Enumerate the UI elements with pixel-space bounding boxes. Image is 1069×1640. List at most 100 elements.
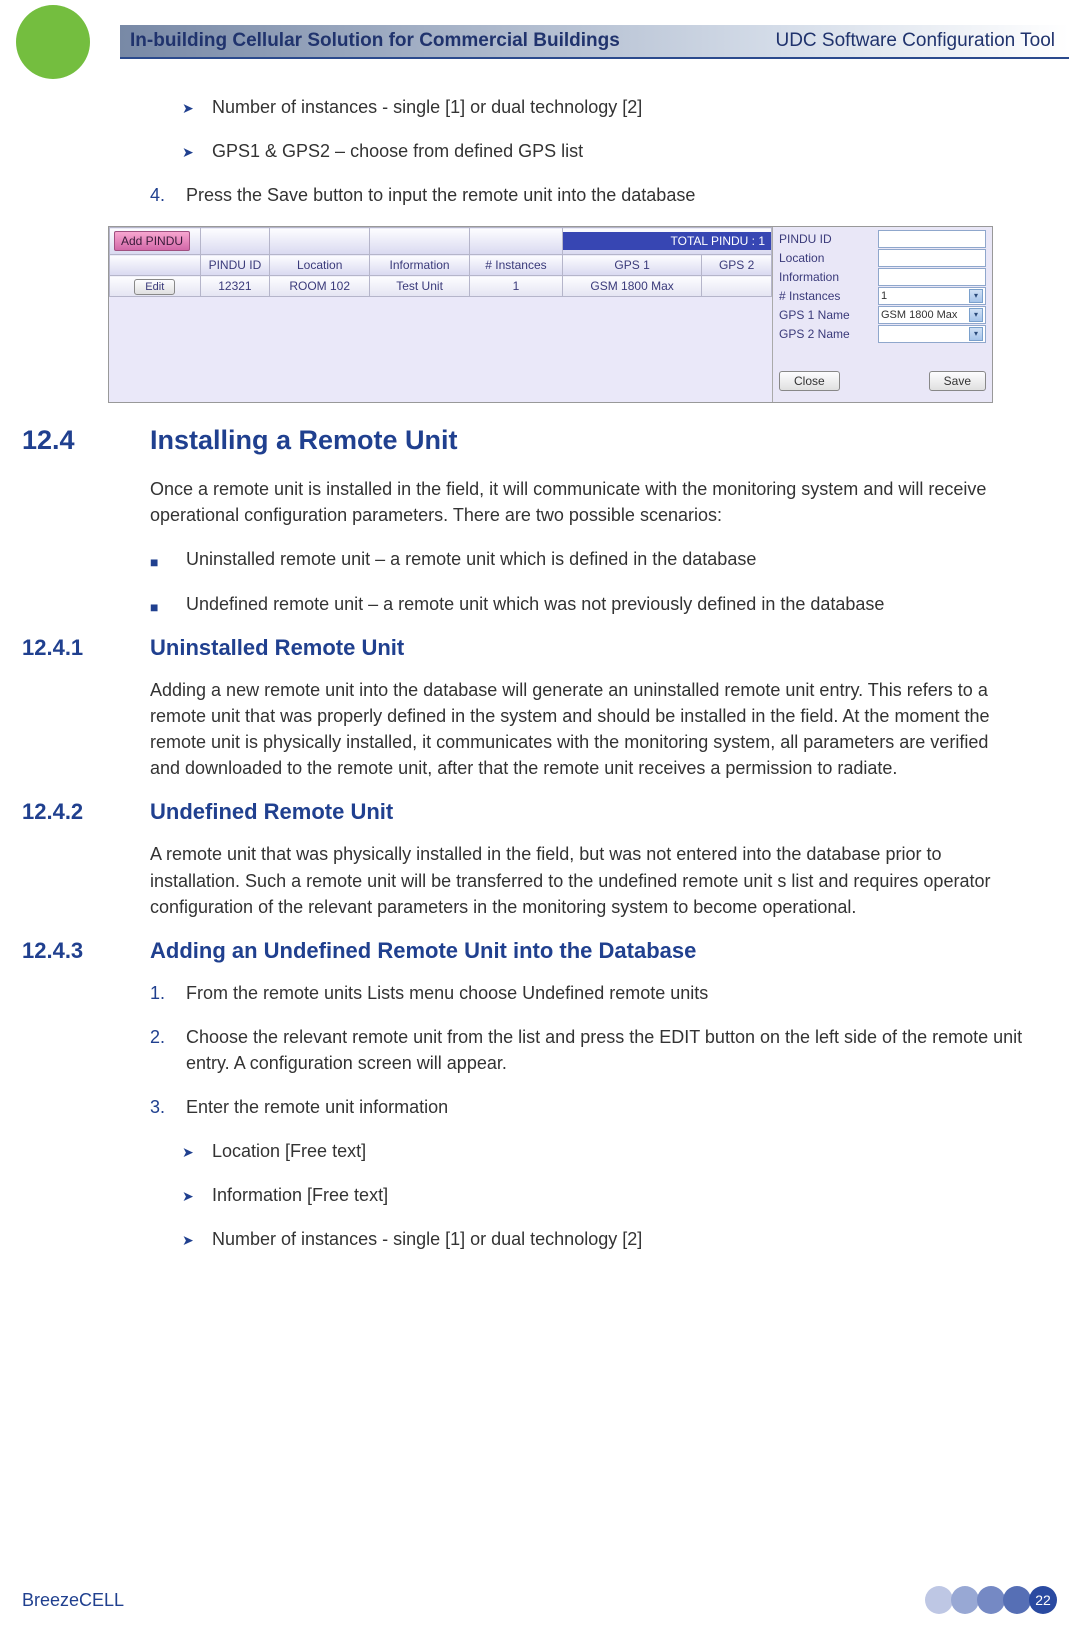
list-item: 2. Choose the relevant remote unit from … <box>150 1024 1023 1076</box>
list-item: ■ Undefined remote unit – a remote unit … <box>150 591 1023 617</box>
subsection-heading: 12.4.2 Undefined Remote Unit <box>22 799 1023 825</box>
step-number: 4. <box>150 182 186 208</box>
table-row: Edit 12321 ROOM 102 Test Unit 1 GSM 1800… <box>110 276 772 297</box>
subsection-title: Adding an Undefined Remote Unit into the… <box>150 938 696 964</box>
decor-dot <box>1003 1586 1031 1614</box>
arrow-bullet-icon: ➤ <box>182 1138 212 1164</box>
subsection-heading: 12.4.3 Adding an Undefined Remote Unit i… <box>22 938 1023 964</box>
side-label-gps1: GPS 1 Name <box>779 306 878 324</box>
col-pindu-id: PINDU ID <box>200 255 270 276</box>
body-text: A remote unit that was physically instal… <box>150 841 1023 919</box>
pindu-id-field[interactable] <box>878 230 986 248</box>
side-panel: PINDU ID Location Information # Instance… <box>772 227 992 402</box>
arrow-bullet-icon: ➤ <box>182 1182 212 1208</box>
step-text: Choose the relevant remote unit from the… <box>186 1024 1023 1076</box>
page-number: 22 <box>1029 1586 1057 1614</box>
subsection-title: Uninstalled Remote Unit <box>150 635 404 661</box>
step-text: From the remote units Lists menu choose … <box>186 980 708 1006</box>
list-item: 4. Press the Save button to input the re… <box>150 182 1023 208</box>
add-pindu-button[interactable]: Add PINDU <box>114 231 190 251</box>
col-information: Information <box>370 255 470 276</box>
information-field[interactable] <box>878 268 986 286</box>
step-number: 3. <box>150 1094 186 1120</box>
header-tool-name: UDC Software Configuration Tool <box>775 30 1055 52</box>
bullet-text: Undefined remote unit – a remote unit wh… <box>186 591 884 617</box>
instances-value: 1 <box>881 290 887 302</box>
subsection-title: Undefined Remote Unit <box>150 799 393 825</box>
decor-dot <box>951 1586 979 1614</box>
square-bullet-icon: ■ <box>150 591 186 617</box>
decor-dot <box>925 1586 953 1614</box>
step-text: Enter the remote unit information <box>186 1094 448 1120</box>
chevron-down-icon: ▾ <box>969 327 983 341</box>
list-item: ➤ Location [Free text] <box>182 1138 1023 1164</box>
logo-dot <box>16 5 90 79</box>
square-bullet-icon: ■ <box>150 546 186 572</box>
cell-gps2 <box>702 276 772 297</box>
step-number: 1. <box>150 980 186 1006</box>
chevron-down-icon: ▾ <box>969 308 983 322</box>
save-button[interactable]: Save <box>929 371 986 391</box>
cell-gps1: GSM 1800 Max <box>562 276 701 297</box>
header-bar: In-building Cellular Solution for Commer… <box>120 25 1069 59</box>
page-header: In-building Cellular Solution for Commer… <box>0 0 1069 84</box>
side-label-gps2: GPS 2 Name <box>779 325 878 343</box>
bullet-text: Number of instances - single [1] or dual… <box>212 94 642 120</box>
subsection-num: 12.4.1 <box>22 635 150 661</box>
arrow-bullet-icon: ➤ <box>182 94 212 120</box>
list-item: 3. Enter the remote unit information <box>150 1094 1023 1120</box>
table-columns: PINDU ID Location Information # Instance… <box>110 255 772 276</box>
col-instances: # Instances <box>470 255 563 276</box>
subsection-num: 12.4.2 <box>22 799 150 825</box>
page-footer: BreezeCELL 22 <box>0 1586 1069 1614</box>
instances-select[interactable]: 1 ▾ <box>878 287 986 305</box>
arrow-bullet-icon: ➤ <box>182 1226 212 1252</box>
chevron-down-icon: ▾ <box>969 289 983 303</box>
list-item: ➤ Number of instances - single [1] or du… <box>182 94 1023 120</box>
col-gps1: GPS 1 <box>562 255 701 276</box>
section-heading: 12.4 Installing a Remote Unit <box>22 425 1023 456</box>
table-header: Add PINDU TOTAL PINDU : 1 <box>110 228 772 255</box>
list-item: ➤ GPS1 & GPS2 – choose from defined GPS … <box>182 138 1023 164</box>
empty-area <box>109 297 772 402</box>
cell-information: Test Unit <box>370 276 470 297</box>
total-pindu-label: TOTAL PINDU : 1 <box>563 232 771 250</box>
section-title: Installing a Remote Unit <box>150 425 458 456</box>
gps1-value: GSM 1800 Max <box>881 309 957 321</box>
list-item: ■ Uninstalled remote unit – a remote uni… <box>150 546 1023 572</box>
footer-dots: 22 <box>927 1586 1057 1614</box>
arrow-bullet-icon: ➤ <box>182 138 212 164</box>
bullet-text: Information [Free text] <box>212 1182 388 1208</box>
bullet-text: Uninstalled remote unit – a remote unit … <box>186 546 756 572</box>
side-label-instances: # Instances <box>779 287 878 305</box>
col-gps2: GPS 2 <box>702 255 772 276</box>
list-item: 1. From the remote units Lists menu choo… <box>150 980 1023 1006</box>
col-location: Location <box>270 255 370 276</box>
side-label-location: Location <box>779 249 878 267</box>
cell-pindu-id: 12321 <box>200 276 270 297</box>
close-button[interactable]: Close <box>779 371 840 391</box>
bullet-text: Location [Free text] <box>212 1138 366 1164</box>
bullet-text: GPS1 & GPS2 – choose from defined GPS li… <box>212 138 583 164</box>
cell-location: ROOM 102 <box>270 276 370 297</box>
gps2-select[interactable]: ▾ <box>878 325 986 343</box>
list-item: ➤ Number of instances - single [1] or du… <box>182 1226 1023 1252</box>
list-item: ➤ Information [Free text] <box>182 1182 1023 1208</box>
side-label-pindu-id: PINDU ID <box>779 230 878 248</box>
side-label-information: Information <box>779 268 878 286</box>
header-title: In-building Cellular Solution for Commer… <box>130 30 620 52</box>
edit-button[interactable]: Edit <box>134 279 175 295</box>
subsection-num: 12.4.3 <box>22 938 150 964</box>
body-text: Adding a new remote unit into the databa… <box>150 677 1023 781</box>
app-screenshot: Add PINDU TOTAL PINDU : 1 <box>108 226 993 403</box>
body-text: Once a remote unit is installed in the f… <box>150 476 1023 528</box>
bullet-text: Number of instances - single [1] or dual… <box>212 1226 642 1252</box>
decor-dot <box>977 1586 1005 1614</box>
footer-brand: BreezeCELL <box>22 1590 124 1611</box>
section-num: 12.4 <box>22 425 150 456</box>
step-number: 2. <box>150 1024 186 1076</box>
cell-instances: 1 <box>470 276 563 297</box>
gps1-select[interactable]: GSM 1800 Max ▾ <box>878 306 986 324</box>
subsection-heading: 12.4.1 Uninstalled Remote Unit <box>22 635 1023 661</box>
location-field[interactable] <box>878 249 986 267</box>
